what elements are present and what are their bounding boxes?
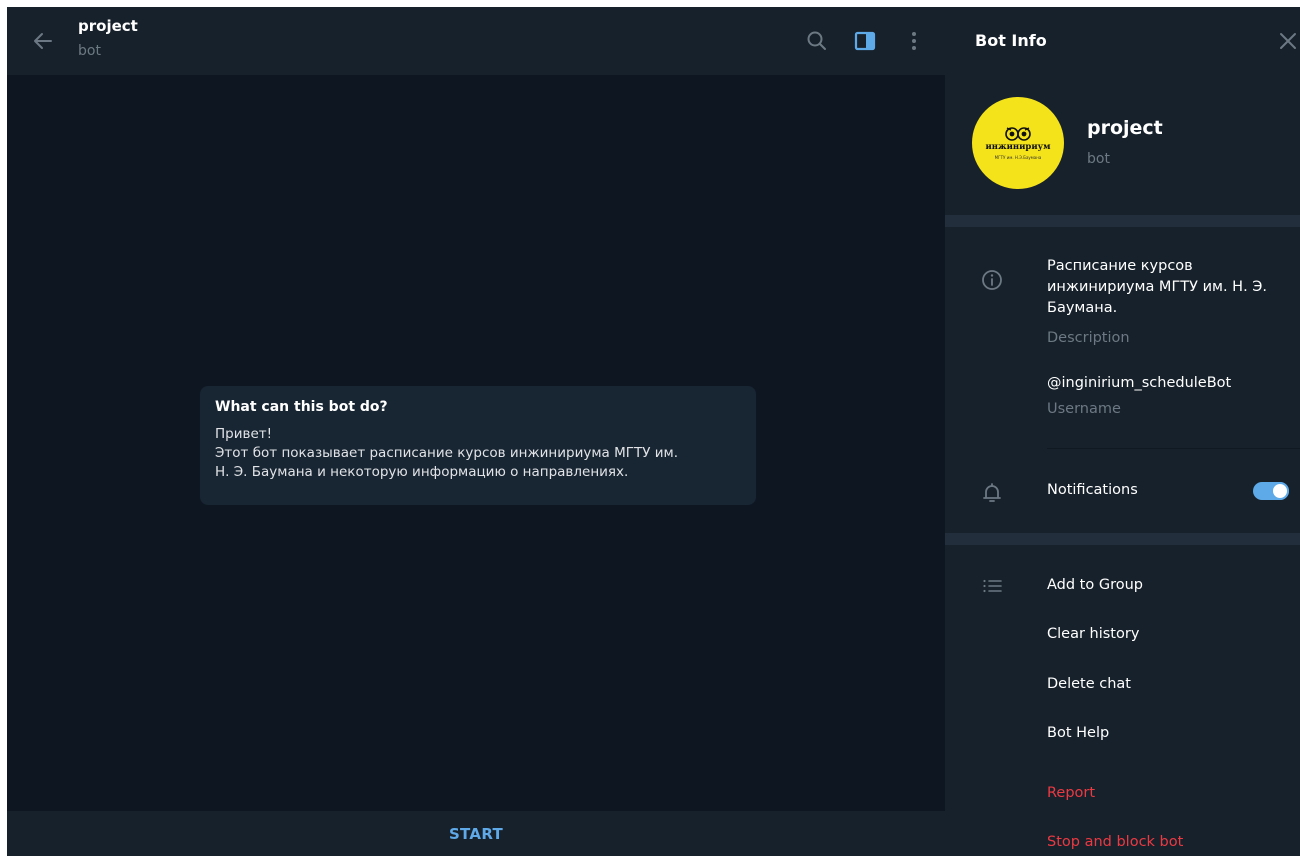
clear-history-button[interactable]: Clear history [1047, 626, 1139, 642]
start-button[interactable]: START [7, 811, 945, 856]
avatar-sub-text: МГТУ им. Н.Э.Баумана [994, 155, 1042, 160]
bot-username[interactable]: @inginirium_scheduleBot [1047, 375, 1231, 391]
profile-status: bot [1087, 151, 1110, 167]
bot-help-button[interactable]: Bot Help [1047, 725, 1109, 741]
bot-description-message: What can this bot do? Привет! Этот бот п… [200, 386, 756, 505]
panel-title: Bot Info [975, 31, 1047, 50]
close-icon[interactable] [1276, 29, 1300, 53]
message-title: What can this bot do? [215, 399, 388, 415]
chat-pane: project bot What can this bot do? Привет… [7, 7, 945, 856]
message-line: Этот бот показывает расписание курсов ин… [215, 445, 678, 461]
message-line: Н. Э. Баумана и некоторую информацию о н… [215, 464, 629, 480]
add-to-group-button[interactable]: Add to Group [1047, 577, 1143, 593]
delete-chat-button[interactable]: Delete chat [1047, 676, 1131, 692]
section-divider [945, 533, 1300, 545]
search-icon[interactable] [805, 29, 829, 53]
back-arrow-icon[interactable] [31, 29, 55, 53]
list-icon [983, 579, 1002, 593]
description-line: Баумана. [1047, 300, 1118, 316]
avatar[interactable]: инжинириум МГТУ им. Н.Э.Баумана [972, 97, 1064, 189]
bot-info-panel: Bot Info инжинириум МГТУ им. Н.Э.Баумана… [945, 7, 1300, 856]
report-button[interactable]: Report [1047, 785, 1095, 801]
description-line: инжинириума МГТУ им. Н. Э. [1047, 279, 1268, 295]
chat-subtitle: bot [78, 43, 101, 59]
section-divider [945, 215, 1300, 227]
thin-divider [1047, 448, 1300, 449]
chat-header: project bot [7, 7, 945, 75]
avatar-brand-text: инжинириум [985, 142, 1051, 152]
chat-title[interactable]: project [78, 17, 138, 35]
more-vertical-icon[interactable] [902, 29, 926, 53]
notifications-toggle[interactable] [1253, 482, 1289, 500]
message-line: Привет! [215, 426, 273, 442]
info-icon [982, 270, 1002, 290]
bell-icon [983, 483, 1001, 502]
notifications-label: Notifications [1047, 482, 1138, 498]
stop-and-block-bot-button[interactable]: Stop and block bot [1047, 834, 1183, 850]
username-label: Username [1047, 401, 1121, 417]
bot-description: Расписание курсов инжинириума МГТУ им. Н… [1047, 256, 1297, 319]
owl-logo-icon [1005, 127, 1031, 141]
start-label: START [448, 824, 504, 843]
toggle-knob [1271, 482, 1289, 500]
description-line: Расписание курсов [1047, 258, 1193, 274]
profile-name: project [1087, 117, 1163, 139]
sidebar-panel-icon[interactable] [853, 29, 877, 53]
description-label: Description [1047, 330, 1130, 346]
